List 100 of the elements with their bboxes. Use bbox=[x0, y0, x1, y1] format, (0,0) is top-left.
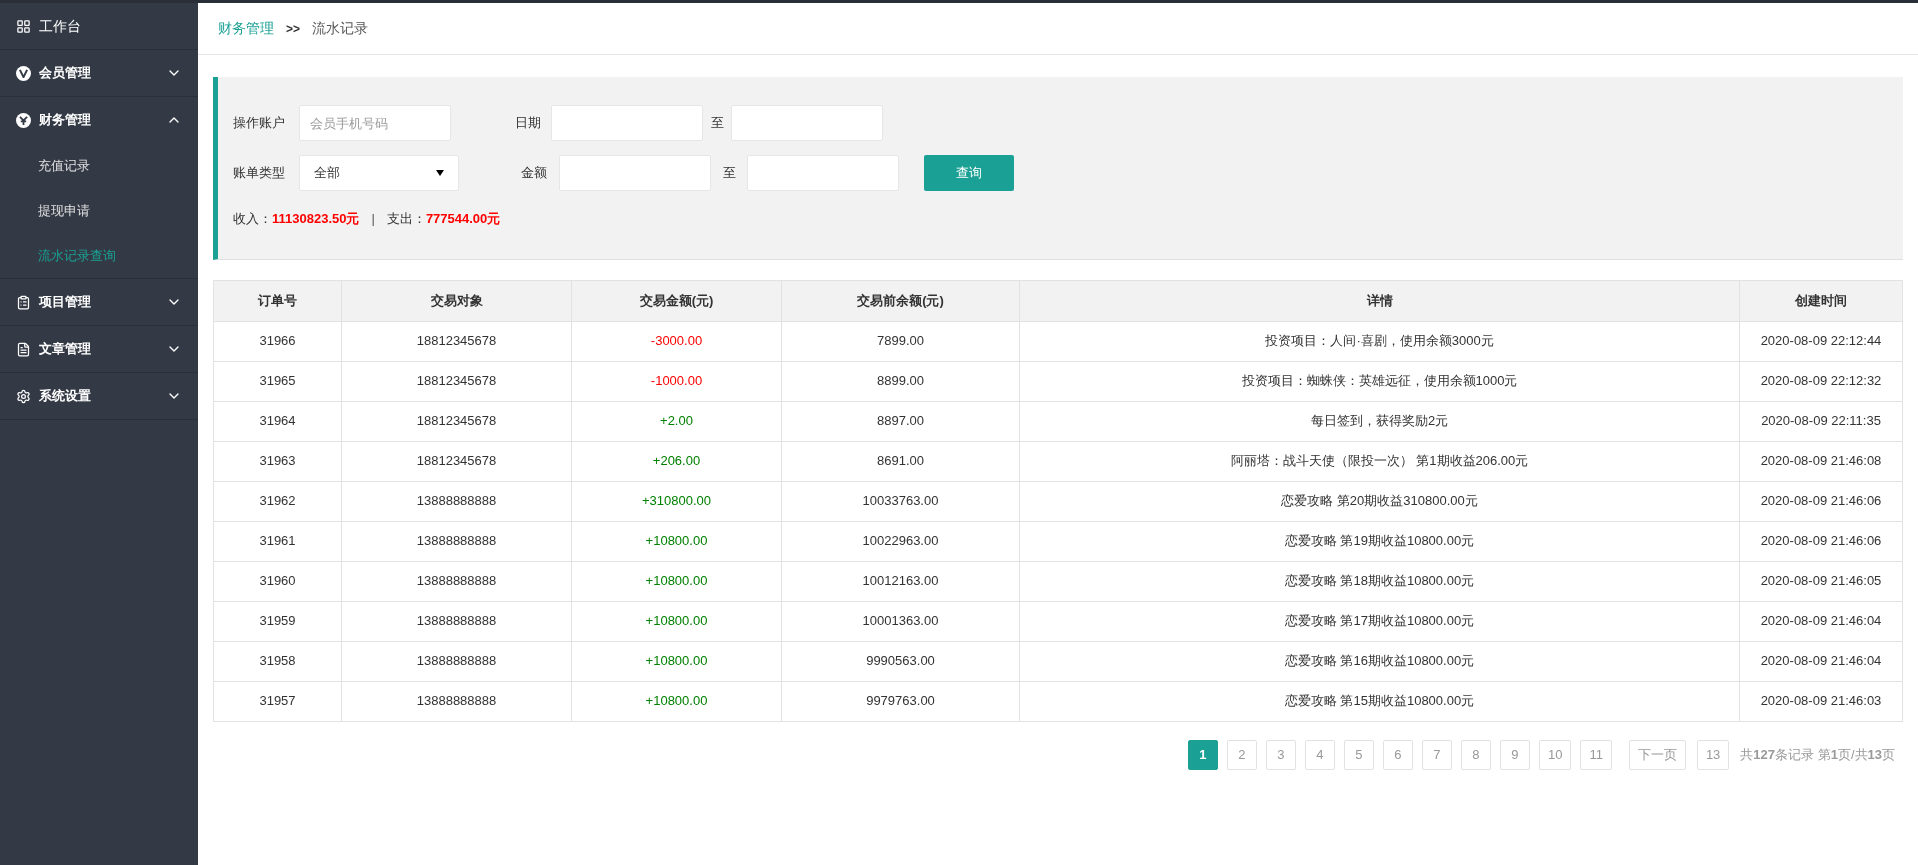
table-cell: 31965 bbox=[213, 361, 342, 401]
table-cell: 2020-08-09 21:46:08 bbox=[1739, 441, 1903, 481]
table-cell: 恋爱攻略 第17期收益10800.00元 bbox=[1019, 601, 1740, 641]
table-cell: 18812345678 bbox=[341, 321, 572, 361]
table-cell: 13888888888 bbox=[341, 561, 572, 601]
table-cell: 10001363.00 bbox=[781, 601, 1020, 641]
amount-cell: +10800.00 bbox=[571, 521, 782, 561]
table-cell: 9979763.00 bbox=[781, 681, 1020, 721]
table-cell: 13888888888 bbox=[341, 601, 572, 641]
table-cell: 每日签到，获得奖励2元 bbox=[1019, 401, 1740, 441]
table-cell: 31959 bbox=[213, 601, 342, 641]
column-header: 订单号 bbox=[213, 280, 342, 321]
table-cell: 恋爱攻略 第19期收益10800.00元 bbox=[1019, 521, 1740, 561]
income-label: 收入： bbox=[233, 210, 272, 228]
clipboard-icon bbox=[16, 294, 31, 310]
table-cell: 2020-08-09 21:46:04 bbox=[1739, 601, 1903, 641]
page-button[interactable]: 11 bbox=[1580, 739, 1612, 770]
field-label: 账单类型 bbox=[233, 164, 286, 183]
breadcrumb-separator: >> bbox=[286, 20, 300, 38]
table-cell: 10033763.00 bbox=[781, 481, 1020, 521]
column-header: 交易对象 bbox=[341, 280, 572, 321]
page-button[interactable]: 8 bbox=[1460, 739, 1491, 770]
sidebar-item[interactable]: 工作台 bbox=[0, 3, 198, 49]
breadcrumb-current: 流水记录 bbox=[312, 19, 368, 38]
table-cell: 31958 bbox=[213, 641, 342, 681]
dropdown-arrow-icon bbox=[436, 170, 444, 176]
amount-from-field[interactable] bbox=[559, 155, 711, 191]
phone-input-field[interactable]: 会员手机号码 bbox=[299, 105, 451, 141]
table-cell: 8897.00 bbox=[781, 401, 1020, 441]
page-button[interactable]: 3 bbox=[1265, 739, 1296, 770]
table-cell: 2020-08-09 22:12:44 bbox=[1739, 321, 1903, 361]
column-header: 详情 bbox=[1019, 280, 1740, 321]
date-from-field[interactable] bbox=[551, 105, 703, 141]
expense-amount: 777544.00元 bbox=[425, 210, 501, 228]
page-button[interactable]: 13 bbox=[1696, 739, 1730, 770]
table-cell: 2020-08-09 22:12:32 bbox=[1739, 361, 1903, 401]
document-icon bbox=[16, 341, 31, 357]
table-cell: 9990563.00 bbox=[781, 641, 1020, 681]
expense-label: 支出： bbox=[386, 210, 426, 228]
column-header: 交易金额(元) bbox=[571, 280, 782, 321]
bill-type-select[interactable]: 全部 bbox=[299, 155, 459, 191]
table-cell: 13888888888 bbox=[341, 641, 572, 681]
field-label: 日期 bbox=[514, 114, 542, 133]
table-cell: 7899.00 bbox=[781, 321, 1020, 361]
field-label: 操作账户 bbox=[233, 114, 286, 133]
table-cell: 2020-08-09 21:46:03 bbox=[1739, 681, 1903, 721]
amount-cell: -3000.00 bbox=[571, 321, 782, 361]
table-cell: 2020-08-09 21:46:04 bbox=[1739, 641, 1903, 681]
table-cell: 31962 bbox=[213, 481, 342, 521]
table-cell: 18812345678 bbox=[341, 401, 572, 441]
sidebar-subitem[interactable]: 流水记录查询 bbox=[0, 233, 198, 278]
amount-cell: +10800.00 bbox=[571, 641, 782, 681]
table-cell: 31961 bbox=[213, 521, 342, 561]
table-cell: 2020-08-09 22:11:35 bbox=[1739, 401, 1903, 441]
sidebar-item[interactable]: 文章管理 bbox=[0, 326, 198, 372]
table-cell: 31957 bbox=[213, 681, 342, 721]
summary-divider: | bbox=[371, 210, 375, 228]
sidebar-subitem[interactable]: 充值记录 bbox=[0, 143, 198, 188]
range-separator: 至 bbox=[721, 164, 737, 183]
table-cell: 阿丽塔：战斗天使（限投一次） 第1期收益206.00元 bbox=[1019, 441, 1740, 481]
sidebar-subitem[interactable]: 提现申请 bbox=[0, 188, 198, 233]
date-to-field[interactable] bbox=[731, 105, 883, 141]
column-header: 创建时间 bbox=[1739, 280, 1903, 321]
table-cell: 13888888888 bbox=[341, 681, 572, 721]
page-button[interactable]: 6 bbox=[1382, 739, 1413, 770]
table-cell: 恋爱攻略 第20期收益310800.00元 bbox=[1019, 481, 1740, 521]
sidebar-item[interactable]: 会员管理 bbox=[0, 50, 198, 96]
yen-circle-icon bbox=[16, 112, 31, 128]
v-circle-icon bbox=[16, 65, 31, 81]
page-button[interactable]: 10 bbox=[1538, 739, 1572, 770]
amount-cell: +10800.00 bbox=[571, 561, 782, 601]
page-button[interactable]: 9 bbox=[1499, 739, 1530, 770]
sidebar-item[interactable]: 系统设置 bbox=[0, 373, 198, 419]
table-cell: 18812345678 bbox=[341, 361, 572, 401]
table-cell: 13888888888 bbox=[341, 481, 572, 521]
amount-cell: +2.00 bbox=[571, 401, 782, 441]
breadcrumb-link[interactable]: 财务管理 bbox=[218, 18, 274, 39]
table-cell: 恋爱攻略 第16期收益10800.00元 bbox=[1019, 641, 1740, 681]
page-button[interactable]: 2 bbox=[1226, 739, 1257, 770]
table-cell: 13888888888 bbox=[341, 521, 572, 561]
table-cell: 2020-08-09 21:46:06 bbox=[1739, 521, 1903, 561]
range-separator: 至 bbox=[709, 114, 725, 133]
table-cell: 31964 bbox=[213, 401, 342, 441]
amount-cell: +206.00 bbox=[571, 441, 782, 481]
search-button[interactable]: 查询 bbox=[924, 155, 1014, 191]
sidebar-item[interactable]: 财务管理 bbox=[0, 97, 198, 143]
page-button[interactable]: 7 bbox=[1421, 739, 1452, 770]
page-button[interactable]: 4 bbox=[1304, 739, 1335, 770]
amount-cell: +310800.00 bbox=[571, 481, 782, 521]
page-button[interactable]: 5 bbox=[1343, 739, 1374, 770]
sidebar-item[interactable]: 项目管理 bbox=[0, 279, 198, 325]
table-cell: 2020-08-09 21:46:06 bbox=[1739, 481, 1903, 521]
page-button[interactable]: 1 bbox=[1187, 739, 1218, 770]
table-cell: 投资项目：蜘蛛侠：英雄远征，使用余额1000元 bbox=[1019, 361, 1740, 401]
amount-cell: +10800.00 bbox=[571, 681, 782, 721]
pagination-summary: 共127条记录 第1页/共13页 bbox=[1740, 745, 1895, 764]
table-cell: 恋爱攻略 第15期收益10800.00元 bbox=[1019, 681, 1740, 721]
settings-icon bbox=[16, 388, 31, 404]
grid-icon bbox=[16, 18, 31, 34]
amount-to-field[interactable] bbox=[747, 155, 899, 191]
